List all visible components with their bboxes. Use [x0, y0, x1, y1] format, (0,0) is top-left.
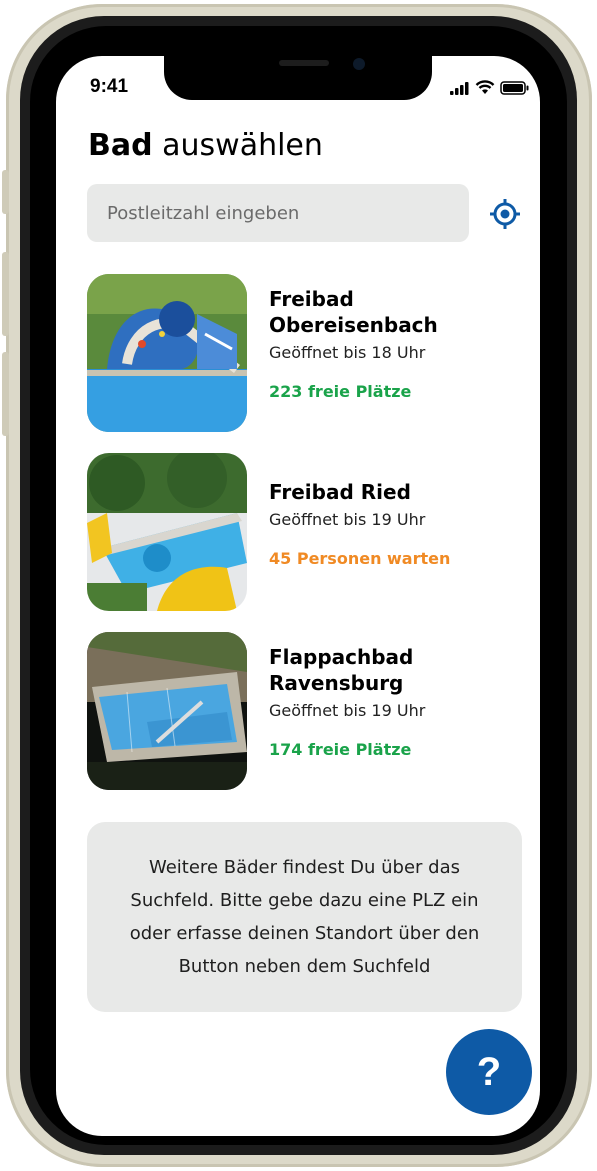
pool-status: 45 Personen warten: [269, 549, 451, 568]
pool-info: Freibad Obereisenbach Geöffnet bis 18 Uh…: [269, 274, 499, 401]
page-title: Bad auswählen: [88, 128, 323, 163]
front-camera: [353, 58, 365, 70]
volume-down-button: [2, 352, 9, 436]
notch: [164, 56, 432, 100]
app-screen: 9:41 Bad auswählen Postleitzahl eingeben: [56, 56, 540, 1136]
pool-photo: [87, 274, 247, 432]
pool-status: 174 freie Plätze: [269, 740, 412, 759]
postal-code-search-input[interactable]: Postleitzahl eingeben: [87, 184, 469, 242]
search-hint-box: Weitere Bäder findest Du über das Suchfe…: [87, 822, 522, 1012]
pool-name: Freibad Obereisenbach: [269, 287, 438, 337]
pool-info: Freibad Ried Geöffnet bis 19 Uhr 45 Pers…: [269, 453, 499, 568]
status-time: 9:41: [90, 76, 129, 97]
mute-switch: [2, 170, 9, 214]
pool-photo: [87, 632, 247, 790]
pool-status: 223 freie Plätze: [269, 382, 412, 401]
locate-icon[interactable]: [488, 197, 522, 231]
page-title-bold: Bad: [88, 128, 153, 163]
help-button[interactable]: ?: [446, 1029, 532, 1115]
pool-name: Freibad Ried: [269, 480, 411, 504]
pool-info: Flappachbad Ravensburg Geöffnet bis 19 U…: [269, 632, 499, 759]
status-icons: [450, 80, 530, 95]
pool-hours: Geöffnet bis 19 Uhr: [269, 701, 426, 720]
pool-card-flappachbad[interactable]: Flappachbad Ravensburg Geöffnet bis 19 U…: [87, 632, 497, 792]
pool-hours: Geöffnet bis 19 Uhr: [269, 510, 426, 529]
pool-hours: Geöffnet bis 18 Uhr: [269, 343, 426, 362]
pool-name: Flappachbad Ravensburg: [269, 645, 414, 695]
pool-photo: [87, 453, 247, 611]
page-title-rest: auswählen: [152, 128, 323, 163]
battery-icon: [500, 80, 529, 95]
speaker: [279, 60, 329, 66]
pool-card-obereisenbach[interactable]: Freibad Obereisenbach Geöffnet bis 18 Uh…: [87, 274, 497, 434]
signal-icon: [450, 81, 469, 95]
volume-up-button: [2, 252, 9, 336]
pool-card-ried[interactable]: Freibad Ried Geöffnet bis 19 Uhr 45 Pers…: [87, 453, 497, 613]
wifi-icon: [475, 80, 495, 94]
